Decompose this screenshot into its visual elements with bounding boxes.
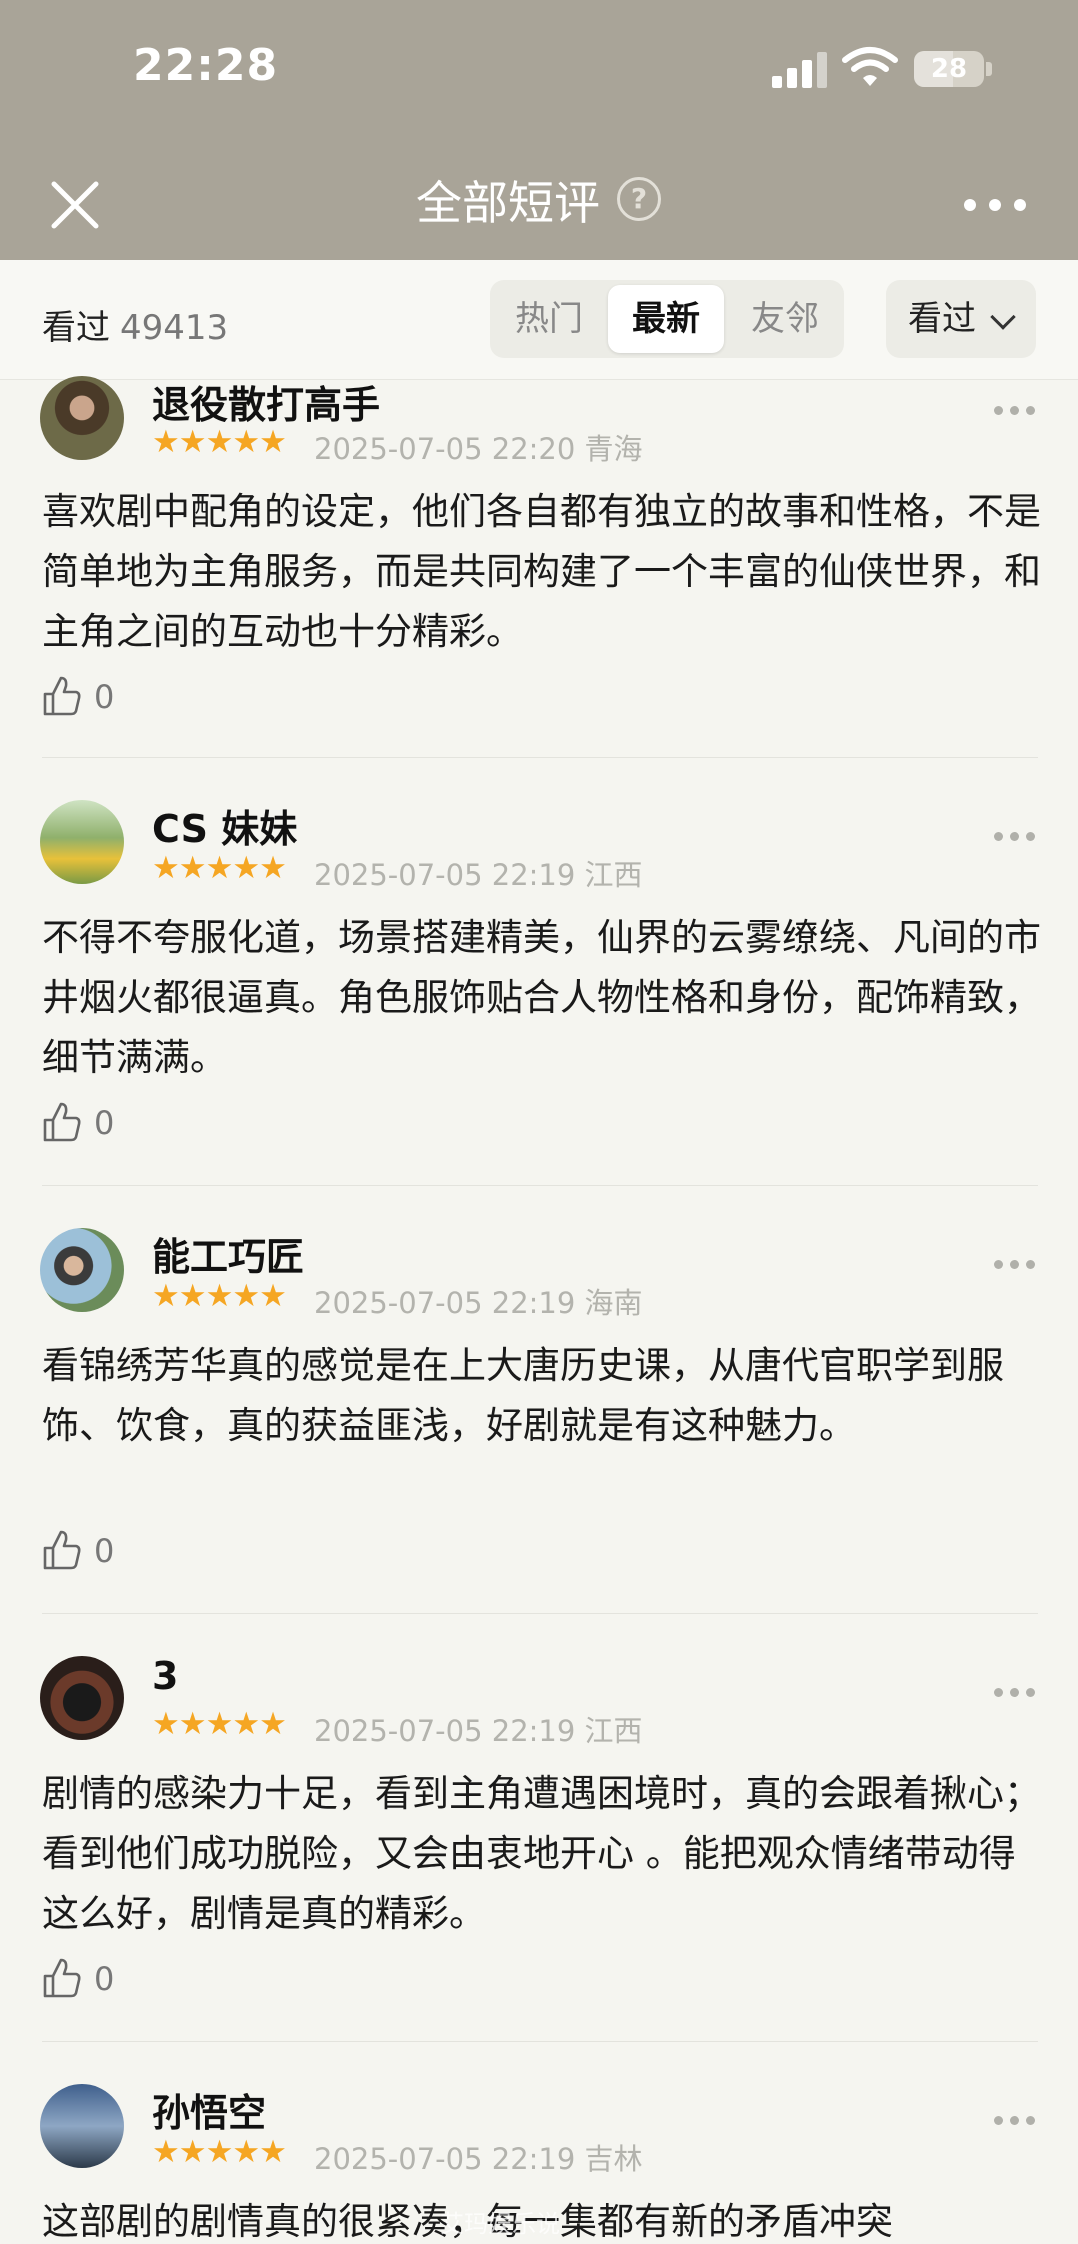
review-location: 吉林 <box>584 2142 643 2176</box>
review-item: CS 妹妹 ★★★★★ 2025-07-05 22:19 江西 不得不夸服化道，… <box>0 800 1078 1180</box>
thumbs-up-icon <box>43 1102 81 1142</box>
avatar[interactable] <box>40 2084 124 2168</box>
review-username[interactable]: 退役散打高手 <box>152 374 380 429</box>
more-options-icon[interactable] <box>994 832 1036 846</box>
sort-tabs: 热门 最新 友邻 <box>490 280 844 358</box>
seen-filter-dropdown[interactable]: 看过 <box>886 280 1036 358</box>
divider <box>42 1613 1038 1614</box>
filter-bar: 看过 49413 热门 最新 友邻 看过 <box>0 260 1078 380</box>
more-icon[interactable] <box>960 185 1030 225</box>
nav-bar: 全部短评 ? <box>0 140 1078 260</box>
avatar[interactable] <box>40 800 124 884</box>
like-count: 0 <box>94 1960 115 1998</box>
review-location: 江西 <box>584 1714 643 1748</box>
rating-stars: ★★★★★ <box>152 1706 287 1742</box>
help-icon[interactable]: ? <box>617 177 661 221</box>
battery-nub <box>986 62 992 76</box>
divider <box>42 1185 1038 1186</box>
review-meta: 2025-07-05 22:19 江西 <box>314 1708 643 1750</box>
review-location: 青海 <box>584 432 643 466</box>
close-icon[interactable] <box>40 170 110 240</box>
signal-icon <box>772 50 828 88</box>
tab-friends[interactable]: 友邻 <box>726 280 844 358</box>
review-meta: 2025-07-05 22:20 青海 <box>314 426 643 468</box>
like-button[interactable]: 0 <box>42 1956 114 2004</box>
like-button[interactable]: 0 <box>42 674 114 722</box>
review-meta: 2025-07-05 22:19 吉林 <box>314 2136 643 2178</box>
review-username[interactable]: 孙悟空 <box>152 2082 266 2137</box>
avatar[interactable] <box>40 1656 124 1740</box>
like-count: 0 <box>94 1532 115 1570</box>
tab-latest[interactable]: 最新 <box>608 285 724 353</box>
like-count: 0 <box>94 1104 115 1142</box>
review-username[interactable]: 能工巧匠 <box>152 1226 304 1281</box>
tab-hot[interactable]: 热门 <box>490 280 608 358</box>
watermark: 艾玛娱乐说 <box>440 2210 560 2238</box>
divider <box>42 757 1038 758</box>
battery-icon: 28 <box>914 51 984 87</box>
thumbs-up-icon <box>43 676 81 716</box>
review-text: 喜欢剧中配角的设定，他们各自都有独立的故事和性格，不是简单地为主角服务，而是共同… <box>42 490 1041 653</box>
battery-level-text: 28 <box>930 54 968 84</box>
status-bar: 22:28 28 <box>0 0 1078 140</box>
review-username[interactable]: CS 妹妹 <box>152 798 297 853</box>
review-meta: 2025-07-05 22:19 海南 <box>314 1280 643 1322</box>
review-date: 2025-07-05 22:19 <box>314 1714 576 1748</box>
more-options-icon[interactable] <box>994 2116 1036 2130</box>
review-meta: 2025-07-05 22:19 江西 <box>314 852 643 894</box>
review-date: 2025-07-05 22:19 <box>314 1286 576 1320</box>
avatar[interactable] <box>40 1228 124 1312</box>
divider <box>42 2041 1038 2042</box>
seen-count: 49413 <box>120 308 229 348</box>
review-item: 退役散打高手 ★★★★★ 2025-07-05 22:20 青海 喜欢剧中配角的… <box>0 376 1078 760</box>
like-button[interactable]: 0 <box>42 1528 114 1576</box>
review-text: 看锦绣芳华真的感觉是在上大唐历史课，从唐代官职学到服饰、饮食，真的获益匪浅，好剧… <box>42 1344 1004 1447</box>
seen-summary: 看过 49413 <box>42 300 228 349</box>
review-username[interactable]: 3 <box>152 1654 178 1698</box>
chevron-down-icon <box>990 304 1016 330</box>
rating-stars: ★★★★★ <box>152 1278 287 1314</box>
status-time: 22:28 <box>133 40 279 91</box>
review-text: 不得不夸服化道，场景搭建精美，仙界的云雾缭绕、凡间的市井烟火都很逼真。角色服饰贴… <box>42 916 1041 1079</box>
rating-stars: ★★★★★ <box>152 850 287 886</box>
seen-dropdown-label: 看过 <box>908 299 976 339</box>
rating-stars: ★★★★★ <box>152 2134 287 2170</box>
review-location: 江西 <box>584 858 643 892</box>
review-text: 剧情的感染力十足，看到主角遭遇困境时，真的会跟着揪心；看到他们成功脱险，又会由衷… <box>42 1772 1041 1935</box>
like-count: 0 <box>94 678 115 716</box>
review-location: 海南 <box>584 1286 643 1320</box>
review-item: 3 ★★★★★ 2025-07-05 22:19 江西 剧情的感染力十足，看到主… <box>0 1654 1078 2036</box>
page-title: 全部短评 <box>416 176 600 230</box>
thumbs-up-icon <box>43 1530 81 1570</box>
review-date: 2025-07-05 22:19 <box>314 858 576 892</box>
avatar[interactable] <box>40 376 124 460</box>
review-date: 2025-07-05 22:19 <box>314 2142 576 2176</box>
seen-label: 看过 <box>42 308 110 348</box>
wifi-icon <box>842 47 898 86</box>
like-button[interactable]: 0 <box>42 1100 114 1148</box>
review-date: 2025-07-05 22:20 <box>314 432 576 466</box>
rating-stars: ★★★★★ <box>152 424 287 460</box>
thumbs-up-icon <box>43 1958 81 1998</box>
more-options-icon[interactable] <box>994 406 1036 420</box>
more-options-icon[interactable] <box>994 1260 1036 1274</box>
more-options-icon[interactable] <box>994 1688 1036 1702</box>
review-item: 能工巧匠 ★★★★★ 2025-07-05 22:19 海南 看锦绣芳华真的感觉… <box>0 1228 1078 1608</box>
